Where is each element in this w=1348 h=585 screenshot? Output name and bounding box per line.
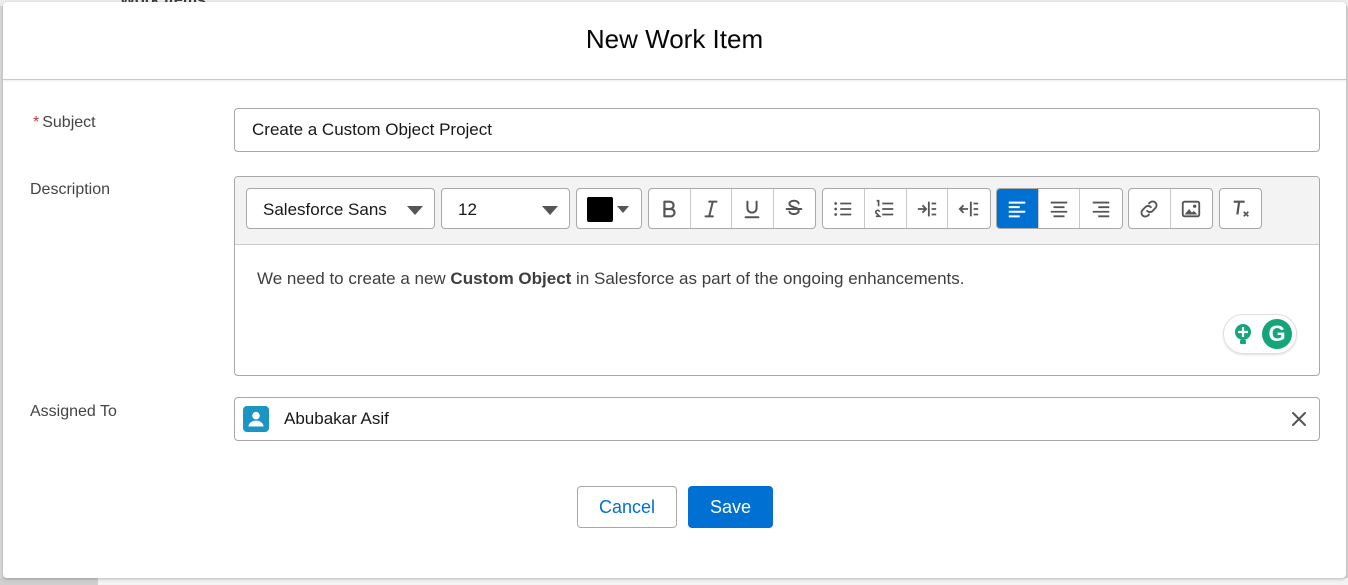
description-rich-text-editor: Salesforce Sans 12 We need to create a n… [234,176,1320,376]
description-editor-content[interactable]: We need to create a new Custom Object in… [257,269,964,289]
subject-input-value: Create a Custom Object Project [252,120,492,139]
background-page-content [98,578,1348,585]
indent-button[interactable] [907,189,949,228]
modal-title: New Work Item [585,24,764,54]
grammarly-widget[interactable]: G [1223,314,1297,354]
align-left-icon [1009,201,1026,217]
clear-format-group [1219,188,1262,229]
insert-image-button[interactable] [1171,189,1213,228]
grammarly-logo-icon: G [1262,319,1292,349]
numbered-list-icon [875,199,894,217]
indent-icon [917,201,937,216]
new-work-item-modal: New Work Item * Subject Create a Custom O… [3,2,1346,578]
strikethrough-icon [785,199,803,215]
align-right-icon [1092,201,1110,217]
font-family-select[interactable]: Salesforce Sans [246,188,435,229]
chevron-down-icon [542,206,558,215]
bulleted-list-button[interactable] [823,189,865,228]
font-size-value: 12 [458,200,477,219]
lightbulb-icon [1235,324,1251,344]
subject-label: * Subject [33,114,96,132]
text-color-picker[interactable] [576,188,642,229]
image-icon [1182,200,1201,217]
alignment-group [996,188,1123,229]
color-swatch [587,197,613,222]
font-size-select[interactable]: 12 [441,188,570,229]
remove-formatting-icon [1233,200,1249,217]
assigned-to-value: Abubakar Asif [284,409,389,428]
person-icon [248,411,264,427]
italic-button[interactable] [691,189,732,228]
underline-button[interactable] [732,189,774,228]
insert-group [1128,188,1213,229]
subject-label-text: Subject [42,114,96,131]
align-center-icon [1050,201,1068,217]
italic-icon [704,200,718,217]
chevron-down-icon [407,206,423,215]
align-left-button[interactable] [997,189,1039,228]
font-family-value: Salesforce Sans [263,200,387,219]
align-center-button[interactable] [1039,189,1081,228]
assigned-to-label: Assigned To [30,403,117,420]
underline-icon [744,200,760,218]
editor-toolbar: Salesforce Sans 12 [235,177,1319,245]
description-text-end: in Salesforce as part of the ongoing enh… [571,269,965,288]
modal-header: New Work Item [3,2,1346,80]
bold-icon [663,200,676,217]
save-button[interactable]: Save [688,486,773,528]
link-icon [1140,200,1158,217]
description-label: Description [30,181,111,198]
text-format-group [648,188,816,229]
bold-button[interactable] [649,189,691,228]
outdent-icon [958,201,979,216]
remove-formatting-button[interactable] [1220,189,1261,228]
cancel-button[interactable]: Cancel [577,486,677,528]
chevron-down-icon [617,206,629,213]
required-marker: * [33,114,40,131]
description-bold-text: Custom Object [450,269,572,288]
strikethrough-button[interactable] [774,189,815,228]
close-icon[interactable] [1289,409,1309,429]
align-right-button[interactable] [1080,189,1122,228]
outdent-button[interactable] [948,189,990,228]
list-format-group [822,188,991,229]
assigned-to-lookup[interactable]: Abubakar Asif [234,397,1320,441]
insert-link-button[interactable] [1129,189,1171,228]
user-avatar-icon [243,406,269,432]
description-text-start: We need to create a new [257,269,451,288]
subject-input[interactable]: Create a Custom Object Project [234,108,1320,152]
bulleted-list-icon [834,201,852,216]
numbered-list-button[interactable] [865,189,907,228]
